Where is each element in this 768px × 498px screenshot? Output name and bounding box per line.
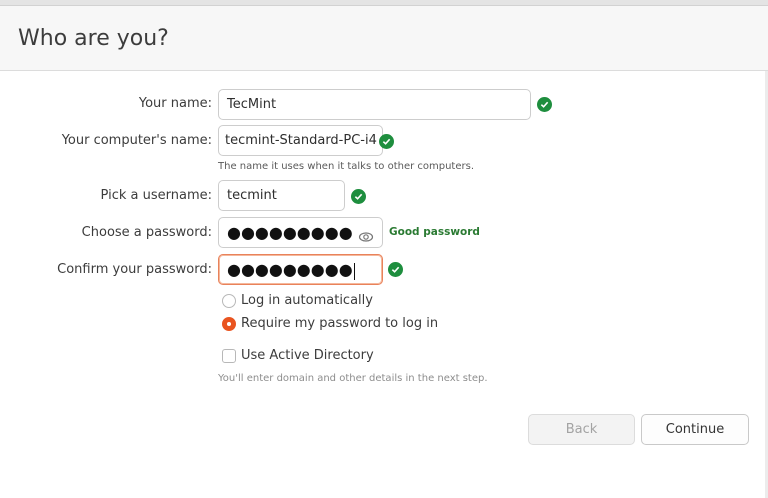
text-caret <box>353 263 355 280</box>
password-input[interactable]: ●●●●●●●●● <box>218 217 383 248</box>
radio-circle[interactable] <box>222 293 236 308</box>
confirm-password-input[interactable]: ●●●●●●●●● <box>218 254 383 285</box>
continue-button[interactable]: Continue <box>641 414 749 445</box>
password-strength: Good password <box>389 226 480 238</box>
name-input[interactable]: TecMint <box>218 89 531 120</box>
name-label: Your name: <box>138 96 212 111</box>
page-title: Who are you? <box>18 26 169 51</box>
page-header: Who are you? <box>0 6 768 71</box>
password-label: Choose a password: <box>81 225 212 240</box>
computer-name-valid-check-icon <box>379 134 394 149</box>
computer-name-label: Your computer's name: <box>61 133 212 148</box>
password-dots: ●●●●●●●●● <box>227 223 353 242</box>
active-directory-checkbox-row[interactable]: Use Active Directory <box>222 348 374 363</box>
username-input[interactable]: tecmint <box>218 180 345 211</box>
confirm-password-dots: ●●●●●●●●● <box>227 260 353 279</box>
radio-label: Require my password to log in <box>241 316 439 331</box>
username-valid-check-icon <box>351 189 366 204</box>
active-directory-hint: You'll enter domain and other details in… <box>218 373 488 384</box>
radio-require-password[interactable]: Require my password to log in <box>222 316 438 331</box>
back-button[interactable]: Back <box>528 414 635 445</box>
username-label: Pick a username: <box>100 188 212 203</box>
name-valid-check-icon <box>537 97 552 112</box>
eye-icon[interactable] <box>358 226 374 242</box>
radio-login-automatically[interactable]: Log in automatically <box>222 293 373 308</box>
active-directory-label: Use Active Directory <box>241 348 374 363</box>
radio-label: Log in automatically <box>241 293 373 308</box>
confirm-password-label: Confirm your password: <box>57 262 212 277</box>
radio-circle-selected[interactable] <box>222 316 236 331</box>
computer-name-input[interactable]: tecmint-Standard-PC-i4 <box>218 125 383 156</box>
active-directory-checkbox[interactable] <box>222 348 236 363</box>
confirm-valid-check-icon <box>388 262 403 277</box>
computer-name-hint: The name it uses when it talks to other … <box>218 161 475 172</box>
